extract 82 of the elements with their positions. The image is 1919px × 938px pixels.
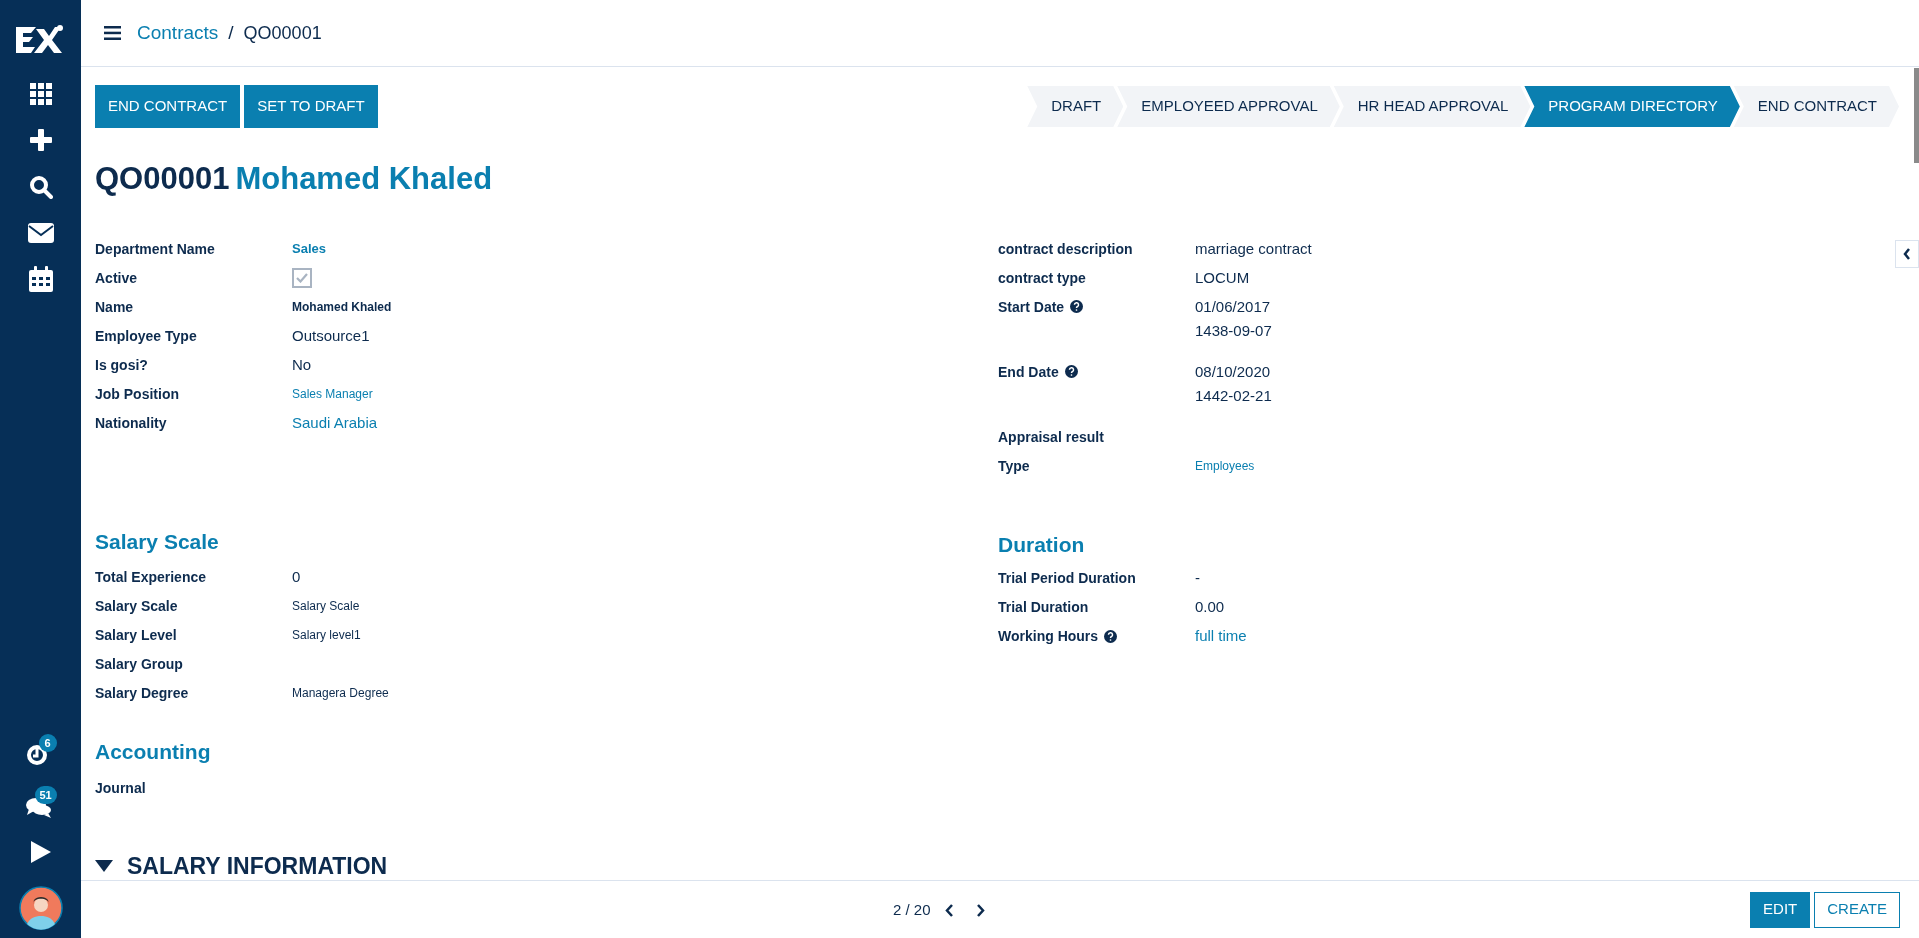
field-label: Nationality: [95, 413, 167, 433]
field-label: Is gosi?: [95, 355, 148, 375]
record-name: Mohamed Khaled: [235, 160, 493, 198]
section-toggle[interactable]: SALARY INFORMATION: [95, 848, 388, 880]
field-label: Trial Period Duration: [998, 569, 1136, 588]
breadcrumb-current: QO00001: [243, 21, 322, 45]
help-icon[interactable]: [1104, 629, 1118, 643]
field-label: Salary Scale: [95, 597, 178, 616]
search-icon[interactable]: [28, 175, 53, 199]
field-value: 08/10/2020: [1195, 361, 1272, 382]
mail-icon[interactable]: [27, 223, 54, 243]
field-value: Outsource1: [292, 325, 370, 346]
section-heading: Salary Scale: [95, 528, 220, 555]
record-reference: QO00001: [95, 160, 230, 198]
field-label: Employee Type: [95, 326, 197, 346]
field-value[interactable]: Sales Manager: [292, 381, 373, 406]
status-stage[interactable]: DRAFT: [1027, 86, 1124, 127]
field-value: 1442-02-21: [1195, 385, 1272, 406]
next-icon[interactable]: [975, 903, 985, 917]
previous-icon[interactable]: [944, 903, 954, 917]
footer-button[interactable]: CREATE: [1814, 891, 1900, 928]
field-value: Salary level1: [292, 627, 361, 644]
pager-count: 2 / 20: [893, 900, 931, 920]
field-value: LOCUM: [1195, 267, 1250, 288]
caret-icon: [95, 859, 113, 872]
field-label: Journal: [95, 778, 146, 798]
field-label: Working Hours: [998, 627, 1099, 646]
field-label: contract description: [998, 239, 1133, 259]
breadcrumb-link[interactable]: Contracts: [137, 18, 219, 48]
field-label: contract type: [998, 268, 1086, 288]
status-stage[interactable]: HR HEAD APPROVAL: [1333, 86, 1531, 127]
notification-badge: 6: [38, 734, 57, 752]
status-stage[interactable]: END CONTRACT: [1733, 86, 1899, 127]
field-label: Active: [95, 268, 138, 288]
field-label: Total Experience: [95, 568, 206, 587]
status-stage[interactable]: EMPLOYEED APPROVAL: [1117, 86, 1340, 127]
field-value: Mohamed Khaled: [292, 298, 392, 316]
field-value: -: [1195, 568, 1200, 588]
chevron-left-icon: [1903, 248, 1911, 260]
field-value[interactable]: Saudi Arabia: [292, 410, 378, 435]
field-value: 0.00: [1195, 597, 1225, 617]
help-icon[interactable]: [1070, 300, 1084, 313]
section-heading: Duration: [998, 531, 1086, 558]
scrollbar[interactable]: [1914, 68, 1919, 163]
field-value: No: [292, 354, 312, 375]
status-stage[interactable]: PROGRAM DIRECTORY: [1524, 86, 1740, 127]
field-value: 0: [292, 567, 301, 587]
menu-icon[interactable]: [104, 26, 121, 40]
avatar-icon[interactable]: [18, 886, 63, 930]
field-label: Start Date: [998, 297, 1065, 317]
field-label: Type: [998, 456, 1030, 476]
field-label: Salary Group: [95, 655, 183, 674]
field-value[interactable]: full time: [1195, 624, 1247, 648]
field-label: Job Position: [95, 384, 179, 404]
apps-grid-icon[interactable]: [29, 83, 52, 105]
panel-toggle[interactable]: [1895, 240, 1919, 268]
field-label: Trial Duration: [998, 598, 1089, 617]
footer-button[interactable]: EDIT: [1750, 891, 1811, 928]
action-button[interactable]: END CONTRACT: [95, 85, 241, 128]
field-label: Appraisal result: [998, 427, 1104, 447]
help-icon[interactable]: [1064, 365, 1078, 378]
checkbox[interactable]: [292, 267, 312, 288]
field-label: End Date: [998, 362, 1059, 382]
field-value: Salary Scale: [292, 598, 360, 615]
section-heading: Accounting: [95, 739, 212, 765]
field-value[interactable]: Sales: [292, 236, 326, 261]
field-label: Name: [95, 297, 134, 317]
play-icon[interactable]: [29, 840, 52, 864]
field-label: Department Name: [95, 239, 215, 259]
field-label: Salary Degree: [95, 684, 189, 703]
plus-icon[interactable]: [29, 129, 52, 151]
notification-badge: 51: [34, 786, 57, 804]
field-value: 1438-09-07: [1195, 320, 1272, 341]
field-value: Managera Degree: [292, 685, 389, 702]
breadcrumb-separator: /: [228, 20, 234, 45]
field-value[interactable]: Employees: [1195, 453, 1255, 478]
field-value: marriage contract: [1195, 238, 1312, 259]
action-button[interactable]: SET TO DRAFT: [244, 85, 378, 128]
field-value: 01/06/2017: [1195, 296, 1272, 317]
checkmark-icon: [296, 272, 308, 283]
field-label: Salary Level: [95, 626, 177, 645]
calendar-icon[interactable]: [28, 266, 53, 292]
